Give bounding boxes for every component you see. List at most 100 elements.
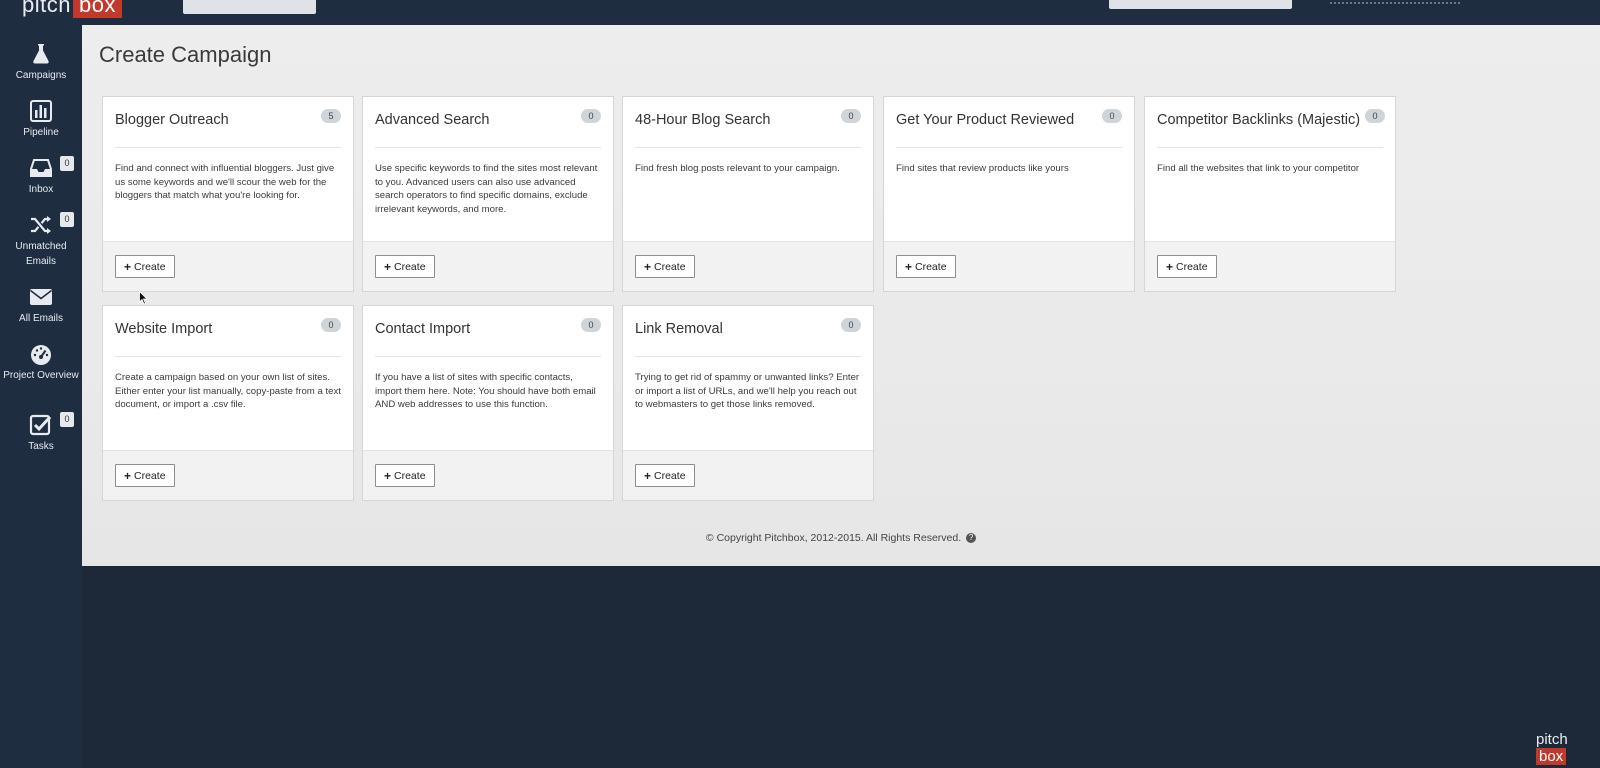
shuffle-icon: [29, 213, 53, 237]
create-button[interactable]: + Create: [635, 464, 695, 487]
card-count-badge: 0: [841, 109, 861, 123]
divider: [115, 147, 341, 148]
sidebar: Campaigns Pipeline Inbox 0 Unmatched Ema…: [0, 25, 82, 768]
card-count-badge: 0: [581, 109, 601, 123]
card-count-badge: 5: [321, 109, 341, 123]
card-footer: + Create: [884, 241, 1134, 291]
card-footer: + Create: [1145, 241, 1395, 291]
card-footer: + Create: [103, 450, 353, 500]
sidebar-item-label: Campaigns: [15, 70, 67, 81]
card-footer: + Create: [623, 450, 873, 500]
sidebar-item-all-emails[interactable]: All Emails: [0, 285, 82, 326]
plus-icon: +: [905, 259, 913, 274]
card-count-badge: 0: [1102, 109, 1122, 123]
create-label: Create: [654, 260, 686, 273]
card-title: 48-Hour Blog Search: [635, 112, 771, 128]
card-title: Contact Import: [375, 321, 471, 337]
card-title: Competitor Backlinks (Majestic): [1157, 112, 1361, 128]
dashboard-icon: [29, 342, 53, 366]
card-footer: + Create: [623, 241, 873, 291]
create-button[interactable]: + Create: [115, 464, 175, 487]
campaign-card-get-your-product-reviewed: Get Your Product Reviewed 0 Find sites t…: [883, 96, 1135, 292]
sidebar-item-campaigns[interactable]: Campaigns: [0, 42, 82, 83]
card-count-badge: 0: [321, 318, 341, 332]
create-button[interactable]: + Create: [1157, 255, 1217, 278]
card-title: Advanced Search: [375, 112, 490, 128]
card-title: Blogger Outreach: [115, 112, 229, 128]
logo-text-box: box: [72, 0, 122, 18]
checkbox-icon: [29, 413, 53, 437]
card-count-badge: 0: [581, 318, 601, 332]
campaign-card-link-removal: Link Removal 0 Trying to get rid of spam…: [622, 305, 874, 501]
unmatched-count-badge: 0: [60, 212, 74, 227]
sidebar-item-label: Pipeline: [23, 127, 59, 138]
top-bar: pitch box: [0, 0, 1600, 25]
search-input[interactable]: [1109, 0, 1292, 9]
plus-icon: +: [644, 259, 652, 274]
pitchbox-logo[interactable]: pitch box: [22, 0, 122, 18]
card-description: Use specific keywords to find the sites …: [375, 163, 598, 215]
create-button[interactable]: + Create: [115, 255, 175, 278]
inbox-icon: [29, 156, 53, 180]
card-description: Trying to get rid of spammy or unwanted …: [635, 372, 860, 410]
card-title: Link Removal: [635, 321, 723, 337]
plus-icon: +: [644, 468, 652, 483]
envelope-icon: [29, 285, 53, 309]
card-footer: + Create: [103, 241, 353, 291]
campaign-card-competitor-backlinks: Competitor Backlinks (Majestic) 0 Find a…: [1144, 96, 1396, 292]
campaign-card-48-hour-blog-search: 48-Hour Blog Search 0 Find fresh blog po…: [622, 96, 874, 292]
card-count-badge: 0: [841, 318, 861, 332]
divider: [896, 147, 1122, 148]
copyright-text: © Copyright Pitchbox, 2012-2015. All Rig…: [705, 532, 962, 544]
sidebar-item-label: Tasks: [28, 441, 54, 452]
create-button[interactable]: + Create: [635, 255, 695, 278]
campaign-card-advanced-search: Advanced Search 0 Use specific keywords …: [362, 96, 614, 292]
create-button[interactable]: + Create: [896, 255, 956, 278]
watermark-text-box: box: [1536, 748, 1567, 765]
main-content: Create Campaign Blogger Outreach 5 Find …: [82, 25, 1600, 566]
inbox-count-badge: 0: [60, 156, 74, 171]
campaign-card-website-import: Website Import 0 Create a campaign based…: [102, 305, 354, 501]
user-menu[interactable]: [1330, 0, 1460, 4]
card-title: Website Import: [115, 321, 213, 337]
sidebar-item-label: All Emails: [19, 313, 63, 324]
campaign-card-contact-import: Contact Import 0 If you have a list of s…: [362, 305, 614, 501]
help-icon[interactable]: ?: [966, 533, 977, 544]
card-description: Find sites that review products like you…: [896, 163, 1069, 174]
card-footer: + Create: [363, 241, 613, 291]
watermark-text-pitch: pitch: [1536, 731, 1568, 748]
divider: [1157, 147, 1383, 148]
divider: [375, 147, 601, 148]
logo-text-pitch: pitch: [22, 0, 71, 17]
create-button[interactable]: + Create: [375, 464, 435, 487]
plus-icon: +: [124, 259, 132, 274]
sidebar-item-label: Project Overview: [3, 370, 79, 381]
card-description: If you have a list of sites with specifi…: [375, 372, 596, 410]
divider: [375, 356, 601, 357]
card-description: Find and connect with influential blogge…: [115, 163, 335, 201]
divider: [635, 147, 861, 148]
divider: [115, 356, 341, 357]
divider: [635, 356, 861, 357]
create-label: Create: [915, 260, 947, 273]
sidebar-item-pipeline[interactable]: Pipeline: [0, 99, 82, 140]
project-selector[interactable]: [183, 0, 316, 14]
pitchbox-watermark-logo: pitch box: [1536, 731, 1576, 765]
create-label: Create: [654, 469, 686, 482]
plus-icon: +: [124, 468, 132, 483]
copyright-footer: © Copyright Pitchbox, 2012-2015. All Rig…: [82, 532, 1600, 544]
create-label: Create: [394, 260, 426, 273]
card-description: Find all the websites that link to your …: [1157, 163, 1360, 174]
bar-chart-icon: [29, 99, 53, 123]
sidebar-item-project-overview[interactable]: Project Overview: [0, 342, 82, 383]
create-button[interactable]: + Create: [375, 255, 435, 278]
sidebar-item-label: Inbox: [28, 184, 54, 195]
page-title: Create Campaign: [99, 42, 272, 67]
plus-icon: +: [384, 468, 392, 483]
card-description: Create a campaign based on your own list…: [115, 372, 341, 410]
plus-icon: +: [384, 259, 392, 274]
card-footer: + Create: [363, 450, 613, 500]
campaign-card-blogger-outreach: Blogger Outreach 5 Find and connect with…: [102, 96, 354, 292]
create-label: Create: [1176, 260, 1208, 273]
create-label: Create: [134, 260, 166, 273]
